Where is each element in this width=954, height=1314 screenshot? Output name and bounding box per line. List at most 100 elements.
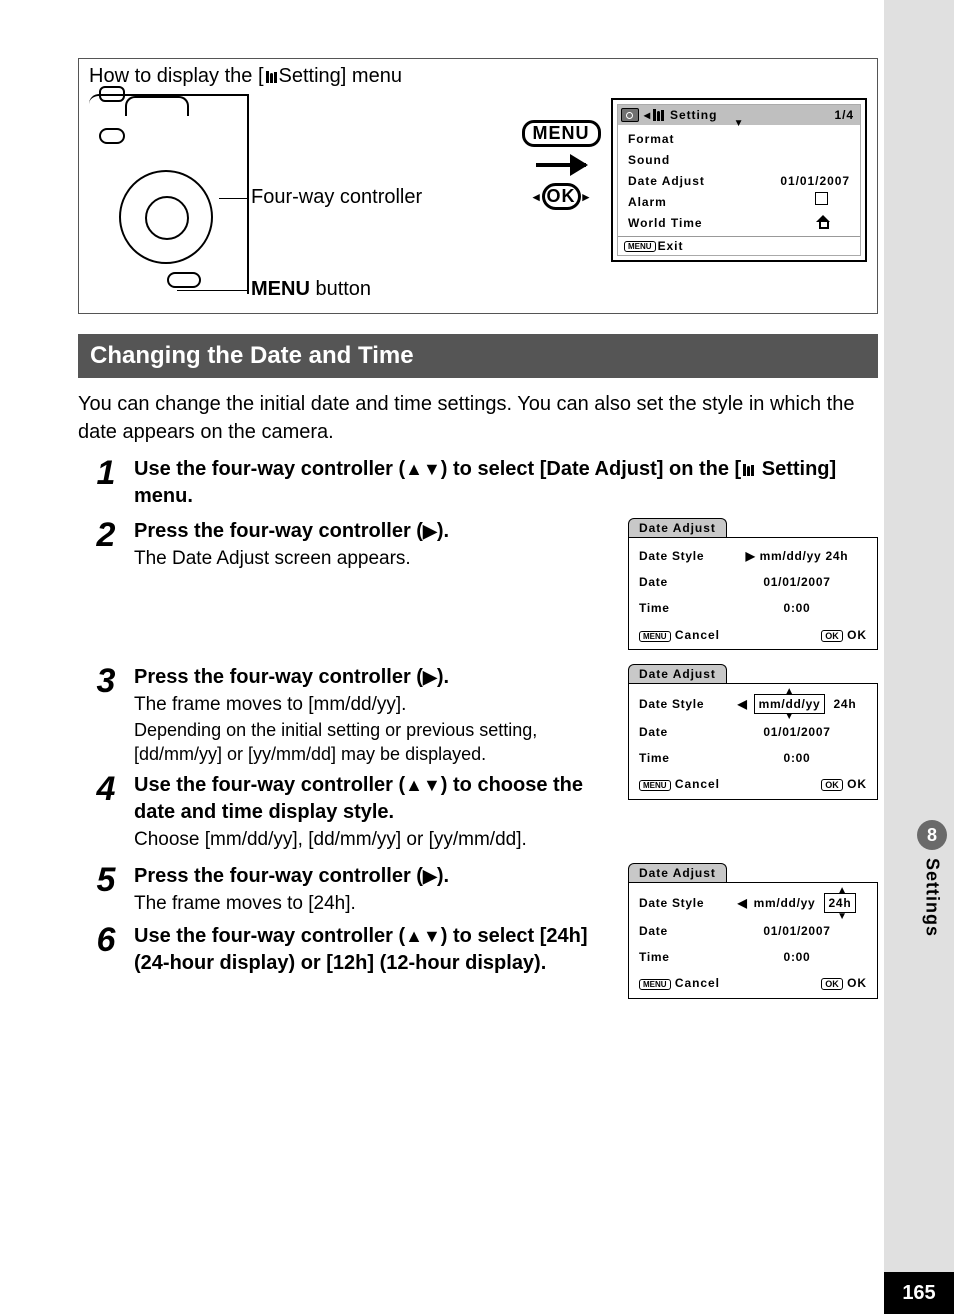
step4-desc: Choose [mm/dd/yy], [dd/mm/yy] or [yy/mm/… [134,828,610,853]
step3-text: Press the four-way controller ( [134,666,423,688]
intro-text: You can change the initial date and time… [78,390,878,446]
step-number: 4 [78,772,134,853]
step2-text-end: ). [437,520,449,542]
ok-box: OK [542,183,581,210]
menu-button-icon [167,272,201,288]
step5-text: Press the four-way controller ( [134,865,423,887]
ok-button-icon: ◂ OK ▸ [533,183,589,210]
camera-illustration [89,94,249,294]
four-way-label: Four-way controller [251,186,422,209]
menu-button-label: MENU [639,631,671,642]
section-heading: Changing the Date and Time [78,334,878,378]
howto-inner: Four-way controller MENU button MENU ◂ O… [89,94,867,294]
lcd-topbar: ◂ Setting 1/4 ▼ [618,105,860,125]
right-arrow-icon: ▶ [423,519,437,543]
menu-item-date-adjust[interactable]: Date Adjust01/01/2007 [628,171,850,192]
step-2: 2 Press the four-way controller (▶). The… [78,518,878,650]
menu-suffix: button [310,278,371,300]
row-time[interactable]: Time 0:00 [639,600,867,616]
up-arrow-icon: ▲ [837,884,848,898]
camera-labels: Four-way controller MENU button [259,94,511,294]
menu-button-label: MENU button [251,278,371,301]
row-date[interactable]: Date 01/01/2007 [639,574,867,590]
cursor-date-format[interactable]: ▲ mm/dd/yy ▼ [754,694,826,714]
step3-desc1: The frame moves to [mm/dd/yy]. [134,693,610,718]
down-arrow-icon: ▼ [837,910,848,924]
step3-text-end: ). [437,666,449,688]
lcd-list: Format Sound Date Adjust01/01/2007 Alarm… [618,125,860,236]
step-3: 3 Press the four-way controller (▶). The… [78,664,878,853]
content: How to display the [ Setting] menu Four-… [78,58,878,1001]
right-arrow-icon: ▶ [423,665,437,689]
lcd-tab: Date Adjust [628,863,727,882]
chapter-label: Settings [922,858,943,937]
home-icon [816,215,830,227]
lcd-setting-screen: ◂ Setting 1/4 ▼ Format Sound Date Adjust… [611,98,867,262]
howto-title: How to display the [ Setting] menu [89,65,867,88]
step-number: 2 [78,518,134,552]
cancel-label: Cancel [675,976,720,990]
step4-text-a: Use the four-way controller ( [134,774,405,796]
lcd-page: 1/4 [834,108,854,122]
menu-item-format[interactable]: Format [628,129,850,150]
menu-item-sound[interactable]: Sound [628,150,850,171]
menu-item-world-time[interactable]: World Time [628,213,850,234]
step1-text-a: Use the four-way controller ( [134,458,405,480]
four-way-pad-icon [119,170,213,264]
row-date-style[interactable]: Date Style ▶mm/dd/yy 24h [639,548,867,564]
settings-icon [653,109,664,121]
menu-item-alarm[interactable]: Alarm [628,192,850,213]
row-date-style[interactable]: Date Style ◀ mm/dd/yy ▲ 24h ▼ [639,893,867,913]
lcd-date-adjust-3: Date Adjust Date Style ◀ mm/dd/yy ▲ [628,863,878,999]
mid-column: MENU ◂ OK ▸ [521,120,601,210]
settings-icon [743,464,754,476]
lcd-tab: Date Adjust [628,664,727,683]
lcd-date-adjust-1: Date Adjust Date Style ▶mm/dd/yy 24h Dat… [628,518,878,650]
lcd-exitbar: MENU Exit [618,236,860,255]
arrow-right-icon [536,163,586,167]
cursor-hour-format[interactable]: ▲ 24h ▼ [824,893,857,913]
ok-label: OK [847,976,867,990]
ok-button-label: OK [821,630,843,642]
page-number: 165 [884,1272,954,1314]
step6-text-a: Use the four-way controller ( [134,925,405,947]
exit-label: Exit [658,239,684,253]
howto-box: How to display the [ Setting] menu Four-… [78,58,878,314]
side-tab: 8 Settings [910,820,954,937]
up-down-arrow-icon: ▲▼ [405,773,441,797]
howto-title-post: Setting] menu [279,65,402,88]
up-down-arrow-icon: ▲▼ [405,924,441,948]
down-arrow-icon: ▼ [734,118,745,129]
camera-mode-icon [621,108,639,122]
page: 8 Settings 165 How to display the [ Sett… [0,0,954,1314]
lcd-tab: Date Adjust [628,518,727,537]
row-time[interactable]: Time 0:00 [639,750,867,766]
menu-button-label: MENU [639,780,671,791]
step2-text: Press the four-way controller ( [134,520,423,542]
settings-icon [266,71,277,83]
step-number: 6 [78,923,134,977]
step1-text-b: ) to select [Date Adjust] on the [ [441,458,741,480]
step-number: 3 [78,664,134,698]
ok-button-label: OK [821,978,843,990]
up-down-arrow-icon: ▲▼ [405,457,441,481]
checkbox-icon [815,192,828,205]
ok-button-label: OK [821,779,843,791]
row-time[interactable]: Time 0:00 [639,949,867,965]
lcd-title: Setting [670,108,717,122]
step-1: 1 Use the four-way controller (▲▼) to se… [78,456,878,510]
step5-desc: The frame moves to [24h]. [134,892,610,917]
steps: 1 Use the four-way controller (▲▼) to se… [78,456,878,999]
row-date-style[interactable]: Date Style ◀ ▲ mm/dd/yy ▼ [639,694,867,714]
cancel-label: Cancel [675,777,720,791]
cancel-label: Cancel [675,628,720,642]
ok-label: OK [847,628,867,642]
row-date[interactable]: Date 01/01/2007 [639,923,867,939]
step5-text-end: ). [437,865,449,887]
down-arrow-icon: ▼ [784,710,795,724]
howto-title-pre: How to display the [ [89,65,264,88]
menu-button-label: MENU [639,979,671,990]
row-date[interactable]: Date 01/01/2007 [639,724,867,740]
menu-bold: MENU [251,278,310,300]
chapter-number: 8 [917,820,947,850]
